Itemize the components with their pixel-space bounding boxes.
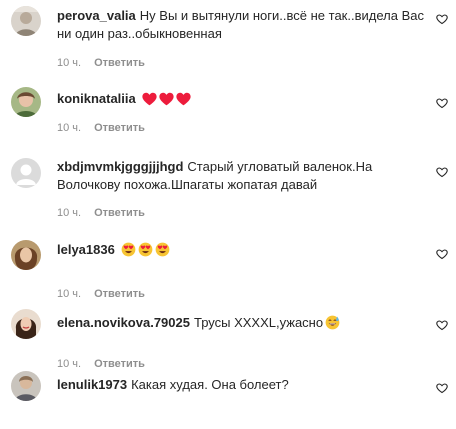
red-heart-emoji bbox=[176, 92, 191, 106]
comment-username[interactable]: xbdjmvmkjgggjjjhgd bbox=[57, 159, 183, 174]
comment-username[interactable]: koniknataliia bbox=[57, 91, 136, 106]
comment-username[interactable]: elena.novikova.79025 bbox=[57, 315, 190, 330]
red-heart-emoji bbox=[142, 92, 157, 106]
reply-button[interactable]: Ответить bbox=[94, 57, 145, 69]
heart-outline-icon[interactable] bbox=[436, 13, 448, 25]
comment-text: Какая худая. Она болеет? bbox=[131, 377, 289, 392]
heart-outline-icon[interactable] bbox=[436, 166, 448, 178]
heart-eyes-emoji bbox=[155, 242, 170, 257]
reply-button[interactable]: Ответить bbox=[94, 122, 145, 134]
heart-eyes-emoji bbox=[138, 242, 153, 257]
comment-username[interactable]: lenulik1973 bbox=[57, 377, 127, 392]
avatar[interactable] bbox=[11, 240, 41, 270]
comment-time: 10 ч. bbox=[57, 57, 82, 69]
comment-time: 10 ч. bbox=[57, 207, 82, 219]
heart-outline-icon[interactable] bbox=[436, 248, 448, 260]
heart-outline-icon[interactable] bbox=[436, 382, 448, 394]
comment-time: 10 ч. bbox=[57, 288, 82, 300]
reply-button[interactable]: Ответить bbox=[94, 288, 145, 300]
avatar[interactable] bbox=[11, 87, 41, 117]
avatar[interactable] bbox=[11, 371, 41, 401]
default-avatar[interactable] bbox=[11, 158, 41, 188]
avatar[interactable] bbox=[11, 309, 41, 339]
red-heart-emoji bbox=[159, 92, 174, 106]
avatar[interactable] bbox=[11, 6, 41, 36]
comment-username[interactable]: perova_valia bbox=[57, 8, 136, 23]
grinning-sweat-emoji bbox=[325, 315, 340, 330]
comment-username[interactable]: lelya1836 bbox=[57, 242, 115, 257]
heart-outline-icon[interactable] bbox=[436, 97, 448, 109]
heart-outline-icon[interactable] bbox=[436, 319, 448, 331]
comment-time: 10 ч. bbox=[57, 122, 82, 134]
reply-button[interactable]: Ответить bbox=[94, 207, 145, 219]
reply-button[interactable]: Ответить bbox=[94, 358, 145, 370]
comment-text: Трусы XXXXL,ужасно bbox=[193, 315, 324, 330]
comment-time: 10 ч. bbox=[57, 358, 82, 370]
heart-eyes-emoji bbox=[121, 242, 136, 257]
